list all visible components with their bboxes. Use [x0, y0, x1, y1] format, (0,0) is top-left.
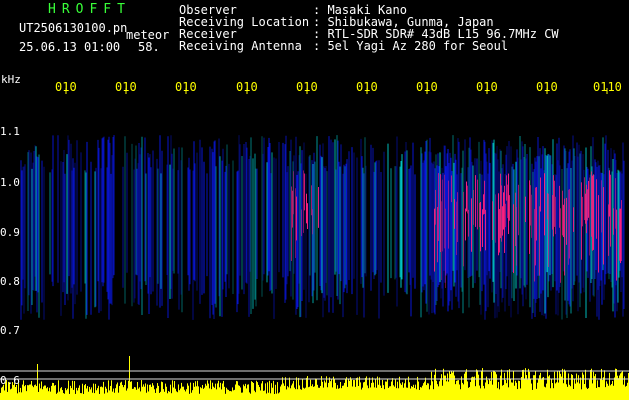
time-label-6: 010	[356, 80, 378, 94]
time-label-3: 010	[175, 80, 197, 94]
time-label-8: 010	[476, 80, 498, 94]
time-label-2: 010	[115, 80, 137, 94]
activity-histogram	[0, 356, 629, 400]
time-label-5: 010	[296, 80, 318, 94]
hrofft-window: HROFFT UT2506130100.pn meteor 25.06.13 0…	[0, 0, 629, 400]
freq-tick-0.6: 0.6	[0, 374, 20, 387]
freq-tick-0.8: 0.8	[0, 275, 20, 288]
info-row-antenna: Receiving Antenna: 5el Yagi Az 280 for S…	[179, 39, 509, 53]
spectrogram-signal	[20, 135, 625, 320]
axis-ticks	[65, 88, 608, 94]
freq-tick-1.1: 1.1	[0, 125, 20, 138]
spectrogram-plot	[0, 88, 629, 400]
time-label-10: 0110	[593, 80, 622, 94]
time-label-9: 010	[536, 80, 558, 94]
frequency-unit-label: kHz	[1, 73, 21, 86]
freq-tick-0.7: 0.7	[0, 324, 20, 337]
date-time: 25.06.13 01:00	[19, 40, 121, 54]
time-label-4: 010	[236, 80, 258, 94]
freq-tick-1.0: 1.0	[0, 176, 20, 189]
station-info: Observer: Masaki Kano Receiving Location…	[179, 4, 559, 52]
time-label-1: 010	[55, 80, 77, 94]
filename: UT2506130100.pn	[19, 21, 128, 35]
meteor-count: 58.	[138, 40, 160, 54]
freq-tick-0.9: 0.9	[0, 226, 20, 239]
time-label-7: 010	[416, 80, 438, 94]
app-title: HROFFT	[48, 2, 131, 17]
